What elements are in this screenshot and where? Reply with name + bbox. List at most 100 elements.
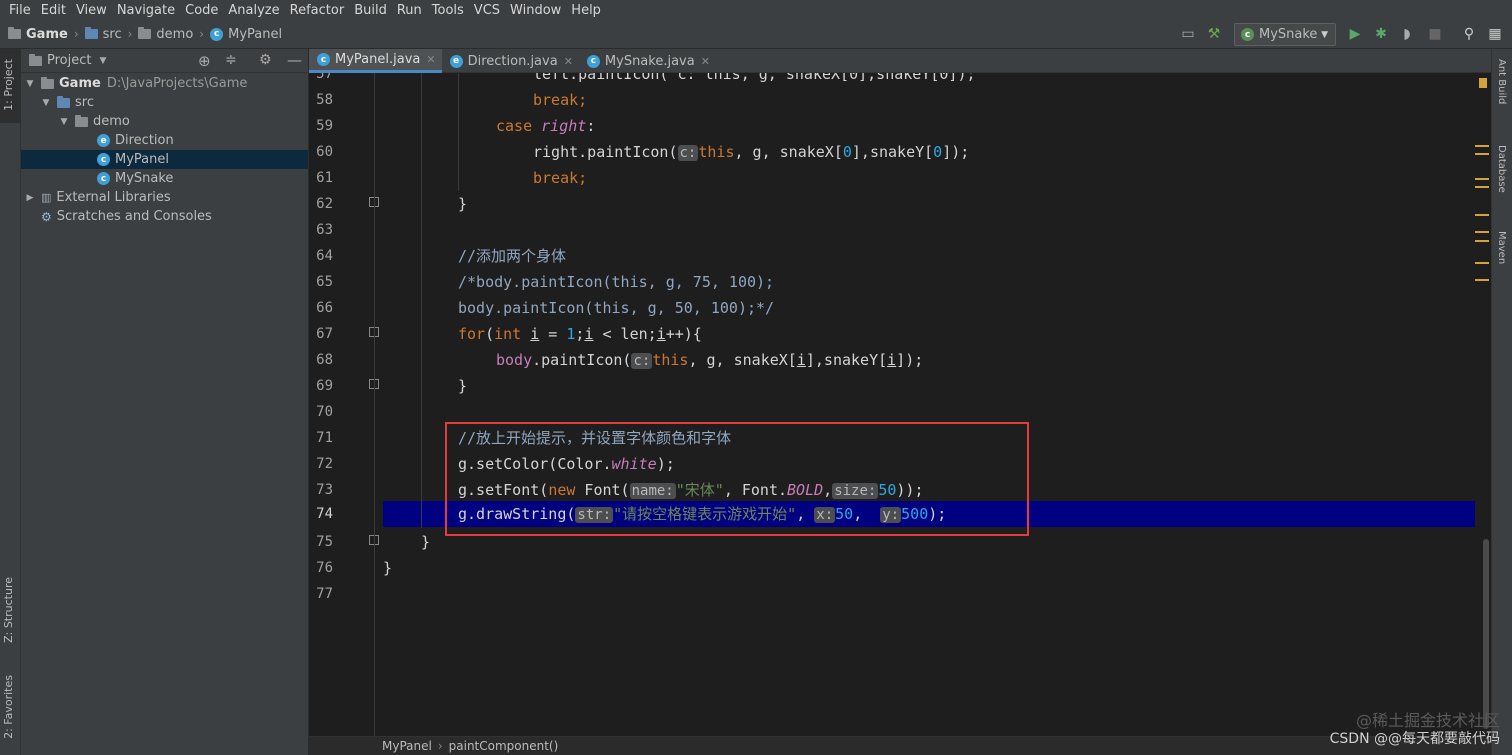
scratches-icon: ⚙ [41,209,52,224]
menu-build[interactable]: Build [349,3,392,18]
line-number: 76 [316,560,333,576]
collapse-all-icon[interactable]: ≑ [225,52,237,68]
editor-scrollbar-thumb[interactable] [1483,539,1489,729]
chevron-right-icon: › [437,739,443,753]
code-line-61: break; [533,169,588,187]
gear-icon[interactable]: ⚙ [259,52,272,68]
watermark-line-2: CSDN @@每天都要敲代码 [1329,731,1500,747]
run-icon[interactable]: ▶ [1347,26,1363,42]
menu-analyze[interactable]: Analyze [223,3,284,18]
warning-marker[interactable] [1479,78,1487,88]
project-structure-icon[interactable]: ▦ [1487,26,1503,42]
error-stripe-mark[interactable] [1475,240,1489,242]
breadcrumb-file[interactable]: c MyPanel [210,27,282,42]
tab-mysnake-java[interactable]: c MySnake.java ✕ [579,49,716,73]
line-number: 69 [316,378,333,394]
menu-edit[interactable]: Edit [36,3,71,18]
expand-arrow-icon[interactable]: ▼ [41,98,51,108]
expand-arrow-icon[interactable]: ▼ [59,117,69,127]
database-tool-tab[interactable]: Database [1496,145,1507,193]
menu-window[interactable]: Window [505,3,566,18]
project-panel-title[interactable]: Project [47,53,91,68]
tab-direction-java[interactable]: e Direction.java ✕ [442,49,579,73]
class-icon: c [97,153,110,166]
line-number: 68 [316,352,333,368]
tab-label: MySnake.java [604,53,695,69]
window-icon[interactable]: ▭ [1180,26,1196,42]
close-icon[interactable]: ✕ [564,55,573,68]
error-stripe-mark[interactable] [1475,178,1489,180]
chevron-down-icon[interactable]: ▼ [99,56,106,66]
breadcrumb-demo[interactable]: demo [138,27,193,42]
structure-tool-tab[interactable]: Z: Structure [2,577,15,643]
project-panel-header: Project ▼ ⊕ ≑ ⚙ — [21,49,308,73]
error-stripe-mark[interactable] [1475,279,1489,281]
favorites-tool-tab[interactable]: 2: Favorites [2,675,15,739]
param-hint: c: [631,353,653,369]
project-folder-icon [41,76,54,89]
minimize-icon[interactable]: — [287,51,302,69]
menu-file[interactable]: File [4,3,36,18]
enum-class-icon: e [97,134,110,147]
breadcrumb-src[interactable]: src [84,27,122,42]
code-line-75: } [421,533,431,551]
line-number: 57 [316,73,333,82]
close-icon[interactable]: ✕ [701,55,710,68]
tree-item-path: D:\JavaProjects\Game [106,76,248,91]
watermark: @稀土掘金技术社区 CSDN @@每天都要敲代码 [1320,712,1500,748]
menu-refactor[interactable]: Refactor [285,3,350,18]
debug-bug-icon[interactable]: ✱ [1373,26,1389,42]
breadcrumb-project[interactable]: Game [8,27,68,42]
left-tool-stripe: 1: Project Z: Structure 2: Favorites [0,49,21,755]
ant-build-tool-tab[interactable]: Ant Build [1496,59,1507,104]
tree-item-mysnake[interactable]: c MySnake [21,169,308,188]
breadcrumb-file-label: MyPanel [228,26,283,42]
tree-item-mypanel[interactable]: c MyPanel [21,150,308,169]
expand-arrow-icon[interactable]: ▼ [25,79,35,89]
tree-item-src[interactable]: ▼ src [21,93,308,112]
breadcrumb-method[interactable]: paintComponent() [449,739,559,753]
run-config-label: MySnake [1259,27,1318,42]
line-number: 73 [316,482,333,498]
error-stripe-mark[interactable] [1475,153,1489,155]
code-editor[interactable]: 57 58 59 60 61 62 63 64 65 66 67 68 69 7… [309,73,1491,736]
line-number: 72 [316,456,333,472]
error-stripe-mark[interactable] [1475,145,1489,147]
source-folder-icon [84,27,98,39]
tree-item-external-libraries[interactable]: ▶ ▥ External Libraries [21,188,308,207]
highlight-box [445,422,1029,536]
stop-icon[interactable]: ■ [1427,26,1443,42]
menu-code[interactable]: Code [180,3,223,18]
error-stripe-mark[interactable] [1475,214,1489,216]
enum-class-icon: e [449,54,463,68]
tab-mypanel-java[interactable]: c MyPanel.java ✕ [309,49,442,73]
run-configuration-select[interactable]: c MySnake ▼ [1234,23,1336,46]
class-icon: c [210,27,224,41]
maven-tool-tab[interactable]: Maven [1496,231,1507,264]
search-icon[interactable]: ⚲ [1461,26,1477,42]
tree-item-demo[interactable]: ▼ demo [21,112,308,131]
error-stripe-mark[interactable] [1475,262,1489,264]
expand-arrow-icon[interactable]: ▶ [25,193,35,203]
tree-item-label: src [75,95,94,110]
menu-view[interactable]: View [71,3,112,18]
menu-navigate[interactable]: Navigate [112,3,180,18]
tree-item-game[interactable]: ▼ Game D:\JavaProjects\Game [21,74,308,93]
menu-tools[interactable]: Tools [427,3,469,18]
breadcrumb-project-label: Game [26,26,68,42]
project-tool-tab[interactable]: 1: Project [2,59,15,111]
error-stripe-mark[interactable] [1475,231,1489,233]
line-number: 77 [316,586,333,602]
menu-vcs[interactable]: VCS [469,3,505,18]
menu-run[interactable]: Run [392,3,427,18]
tree-item-scratches[interactable]: ⚙ Scratches and Consoles [21,207,308,226]
close-icon[interactable]: ✕ [426,53,435,66]
build-hammer-icon[interactable]: ⚒ [1206,26,1222,42]
tree-item-direction[interactable]: e Direction [21,131,308,150]
editor-tabs: c MyPanel.java ✕ e Direction.java ✕ c My… [309,49,1491,73]
locate-target-icon[interactable]: ⊕ [198,52,211,70]
coverage-icon[interactable]: ◗ [1399,26,1415,42]
menu-help[interactable]: Help [566,3,606,18]
breadcrumb-class[interactable]: MyPanel [382,739,432,753]
error-stripe-mark[interactable] [1475,186,1489,188]
